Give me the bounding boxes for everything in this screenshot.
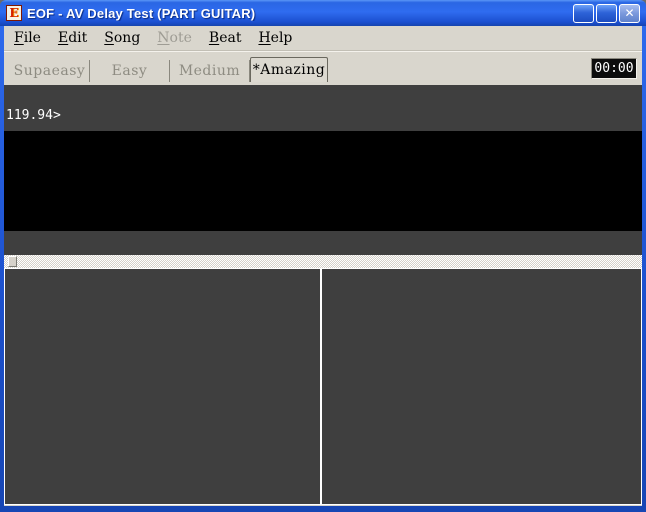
close-icon: ✕ <box>624 7 634 19</box>
horizontal-scrollbar[interactable] <box>4 255 642 268</box>
menu-song[interactable]: Song <box>104 30 140 46</box>
menu-beat[interactable]: Beat <box>209 30 242 46</box>
menu-bar: File Edit Song Note Beat Help <box>4 26 642 51</box>
maximize-button[interactable] <box>596 4 617 23</box>
menu-help[interactable]: Help <box>258 30 292 46</box>
menu-edit[interactable]: Edit <box>58 30 87 46</box>
client-area: File Edit Song Note Beat Help SupaeasyEasyMed… <box>4 26 642 506</box>
tab-amazing[interactable]: *Amazing <box>250 57 328 82</box>
app-icon: E <box>6 5 22 21</box>
information-panel <box>4 268 321 505</box>
title-bar: E EOF - AV Delay Test (PART GUITAR) ✕ <box>0 0 646 26</box>
tab-easy[interactable]: Easy <box>90 60 170 82</box>
window-controls: ✕ <box>573 4 640 23</box>
fretboard-3d-view <box>322 269 641 504</box>
window-title: EOF - AV Delay Test (PART GUITAR) <box>27 6 573 21</box>
tab-supaeasy[interactable]: Supaeasy <box>10 60 90 82</box>
piano-roll-editor[interactable]: 119.94> <box>4 85 642 255</box>
time-display: 00:00 <box>591 58 637 79</box>
scrollbar-thumb[interactable] <box>8 256 17 267</box>
timeline[interactable] <box>4 231 642 255</box>
tab-medium[interactable]: Medium <box>170 60 250 82</box>
difficulty-tabs: SupaeasyEasyMedium*Amazing <box>10 59 328 82</box>
minimize-button[interactable] <box>573 4 594 23</box>
menu-file[interactable]: File <box>14 30 41 46</box>
beat-marker-strip <box>4 85 642 131</box>
close-button[interactable]: ✕ <box>619 4 640 23</box>
eof-window: E EOF - AV Delay Test (PART GUITAR) ✕ Fi… <box>0 0 646 512</box>
toolbar: SupaeasyEasyMedium*Amazing 00:00 <box>4 51 642 85</box>
preview-3d-panel <box>321 268 642 505</box>
menu-note[interactable]: Note <box>157 30 192 46</box>
bpm-marker: 119.94> <box>6 108 61 123</box>
note-lanes-area[interactable] <box>4 131 642 231</box>
transport-controls: 00:00 <box>589 58 637 79</box>
